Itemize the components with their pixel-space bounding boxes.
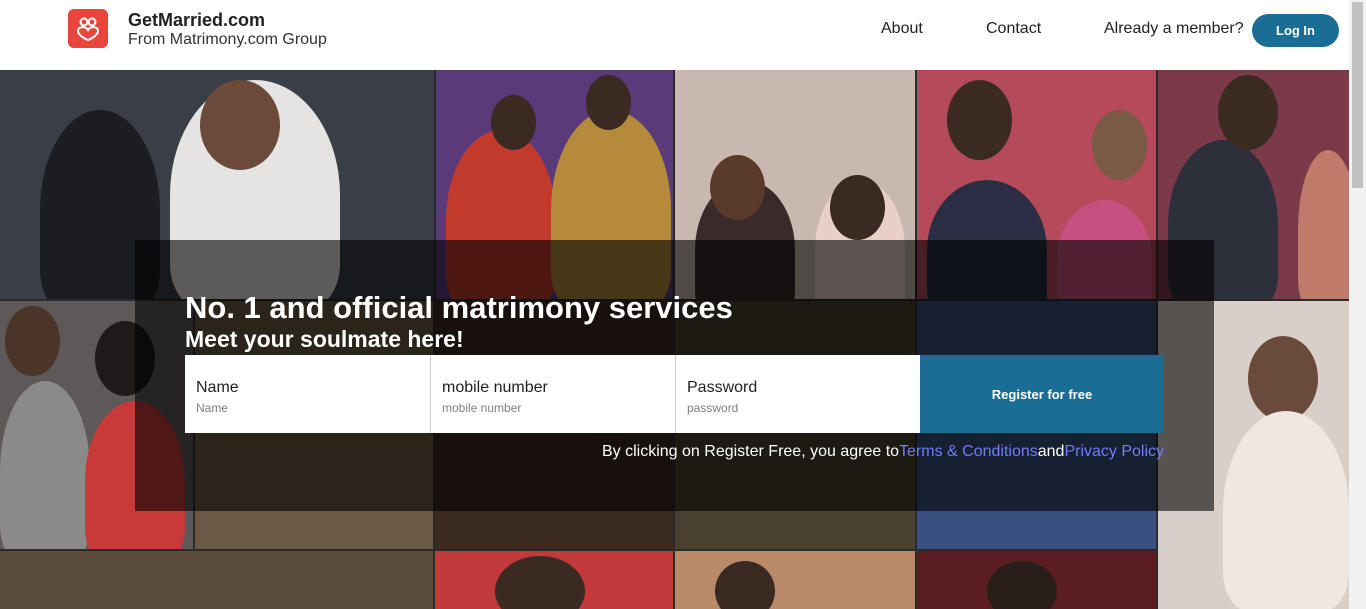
hero-section: No. 1 and official matrimony services Me… xyxy=(0,70,1349,609)
name-field[interactable]: Name xyxy=(185,355,431,433)
mobile-input[interactable] xyxy=(442,401,642,415)
photo-tile xyxy=(0,551,433,609)
brand-subtitle: From Matrimony.com Group xyxy=(128,31,327,48)
nav-about-link[interactable]: About xyxy=(881,20,923,38)
mobile-label: mobile number xyxy=(442,379,548,396)
password-input[interactable] xyxy=(687,401,887,415)
mobile-field[interactable]: mobile number xyxy=(431,355,676,433)
terms-link[interactable]: Terms & Conditions xyxy=(899,443,1038,460)
couple-heart-icon[interactable] xyxy=(68,9,108,48)
photo-tile xyxy=(917,551,1156,609)
brand-name: GetMarried.com xyxy=(128,10,266,30)
page-scrollbar[interactable] xyxy=(1349,0,1366,609)
register-button[interactable]: Register for free xyxy=(920,355,1164,433)
privacy-link[interactable]: Privacy Policy xyxy=(1064,443,1164,460)
scrollbar-thumb[interactable] xyxy=(1352,2,1363,188)
nav-contact-link[interactable]: Contact xyxy=(986,20,1041,38)
login-button[interactable]: Log In xyxy=(1252,14,1339,47)
name-label: Name xyxy=(196,379,239,396)
hero-title: No. 1 and official matrimony services xyxy=(185,290,733,325)
site-header: GetMarried.com From Matrimony.com Group … xyxy=(0,0,1349,70)
password-label: Password xyxy=(687,379,758,396)
terms-prefix: By clicking on Register Free, you agree … xyxy=(602,443,900,460)
password-field[interactable]: Password xyxy=(676,355,920,433)
terms-notice: By clicking on Register Free, you agree … xyxy=(602,443,1164,461)
hero-subtitle: Meet your soulmate here! xyxy=(185,326,464,352)
photo-tile xyxy=(675,551,915,609)
terms-and: and xyxy=(1037,443,1065,460)
member-prompt: Already a member? xyxy=(1104,20,1244,37)
photo-tile xyxy=(435,551,673,609)
brand[interactable]: GetMarried.com From Matrimony.com Group xyxy=(128,10,327,50)
name-input[interactable] xyxy=(196,401,396,415)
